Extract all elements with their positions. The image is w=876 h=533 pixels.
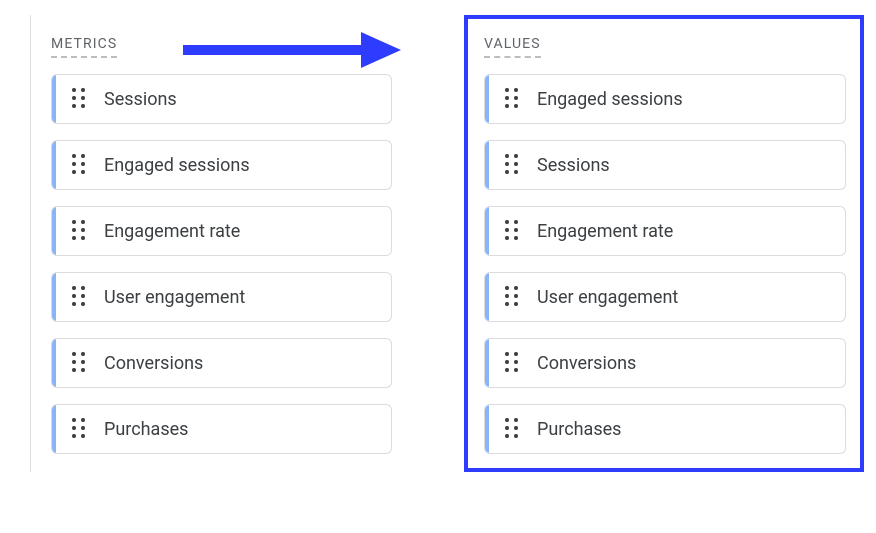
drag-handle-icon[interactable] [72, 88, 86, 110]
pill-accent [485, 405, 489, 453]
pill-accent [52, 405, 56, 453]
value-pill[interactable]: Engaged sessions [484, 74, 846, 124]
drag-handle-icon[interactable] [72, 220, 86, 242]
drag-handle-icon[interactable] [505, 418, 519, 440]
pill-accent [52, 273, 56, 321]
metric-pill[interactable]: Purchases [51, 404, 392, 454]
metric-label: Conversions [104, 353, 203, 374]
metric-pill[interactable]: Engaged sessions [51, 140, 392, 190]
metric-pill[interactable]: Engagement rate [51, 206, 392, 256]
value-label: Engagement rate [537, 221, 673, 242]
drag-handle-icon[interactable] [72, 154, 86, 176]
metric-label: User engagement [104, 287, 245, 308]
pill-accent [52, 75, 56, 123]
value-pill[interactable]: Engagement rate [484, 206, 846, 256]
value-pill[interactable]: User engagement [484, 272, 846, 322]
drag-handle-icon[interactable] [505, 352, 519, 374]
pill-accent [52, 339, 56, 387]
pill-accent [485, 207, 489, 255]
value-label: Sessions [537, 155, 610, 176]
value-pill[interactable]: Purchases [484, 404, 846, 454]
metrics-panel: METRICS Sessions Engaged sessions Engage… [30, 15, 410, 472]
pill-accent [485, 75, 489, 123]
drag-handle-icon[interactable] [72, 418, 86, 440]
pill-accent [52, 207, 56, 255]
metric-pill[interactable]: Conversions [51, 338, 392, 388]
pill-accent [485, 273, 489, 321]
metric-pill[interactable]: User engagement [51, 272, 392, 322]
metrics-heading: METRICS [51, 36, 117, 58]
values-heading: VALUES [484, 36, 541, 58]
value-pill[interactable]: Conversions [484, 338, 846, 388]
metric-label: Purchases [104, 419, 188, 440]
metric-label: Sessions [104, 89, 177, 110]
value-pill[interactable]: Sessions [484, 140, 846, 190]
metric-label: Engaged sessions [104, 155, 250, 176]
drag-handle-icon[interactable] [72, 286, 86, 308]
values-panel: VALUES Engaged sessions Sessions Engagem… [464, 15, 864, 472]
metric-pill[interactable]: Sessions [51, 74, 392, 124]
drag-handle-icon[interactable] [72, 352, 86, 374]
metric-label: Engagement rate [104, 221, 240, 242]
value-label: Purchases [537, 419, 621, 440]
drag-handle-icon[interactable] [505, 286, 519, 308]
pill-accent [485, 339, 489, 387]
pill-accent [485, 141, 489, 189]
value-label: Conversions [537, 353, 636, 374]
value-label: Engaged sessions [537, 89, 683, 110]
pill-accent [52, 141, 56, 189]
drag-handle-icon[interactable] [505, 88, 519, 110]
drag-handle-icon[interactable] [505, 220, 519, 242]
value-label: User engagement [537, 287, 678, 308]
drag-handle-icon[interactable] [505, 154, 519, 176]
